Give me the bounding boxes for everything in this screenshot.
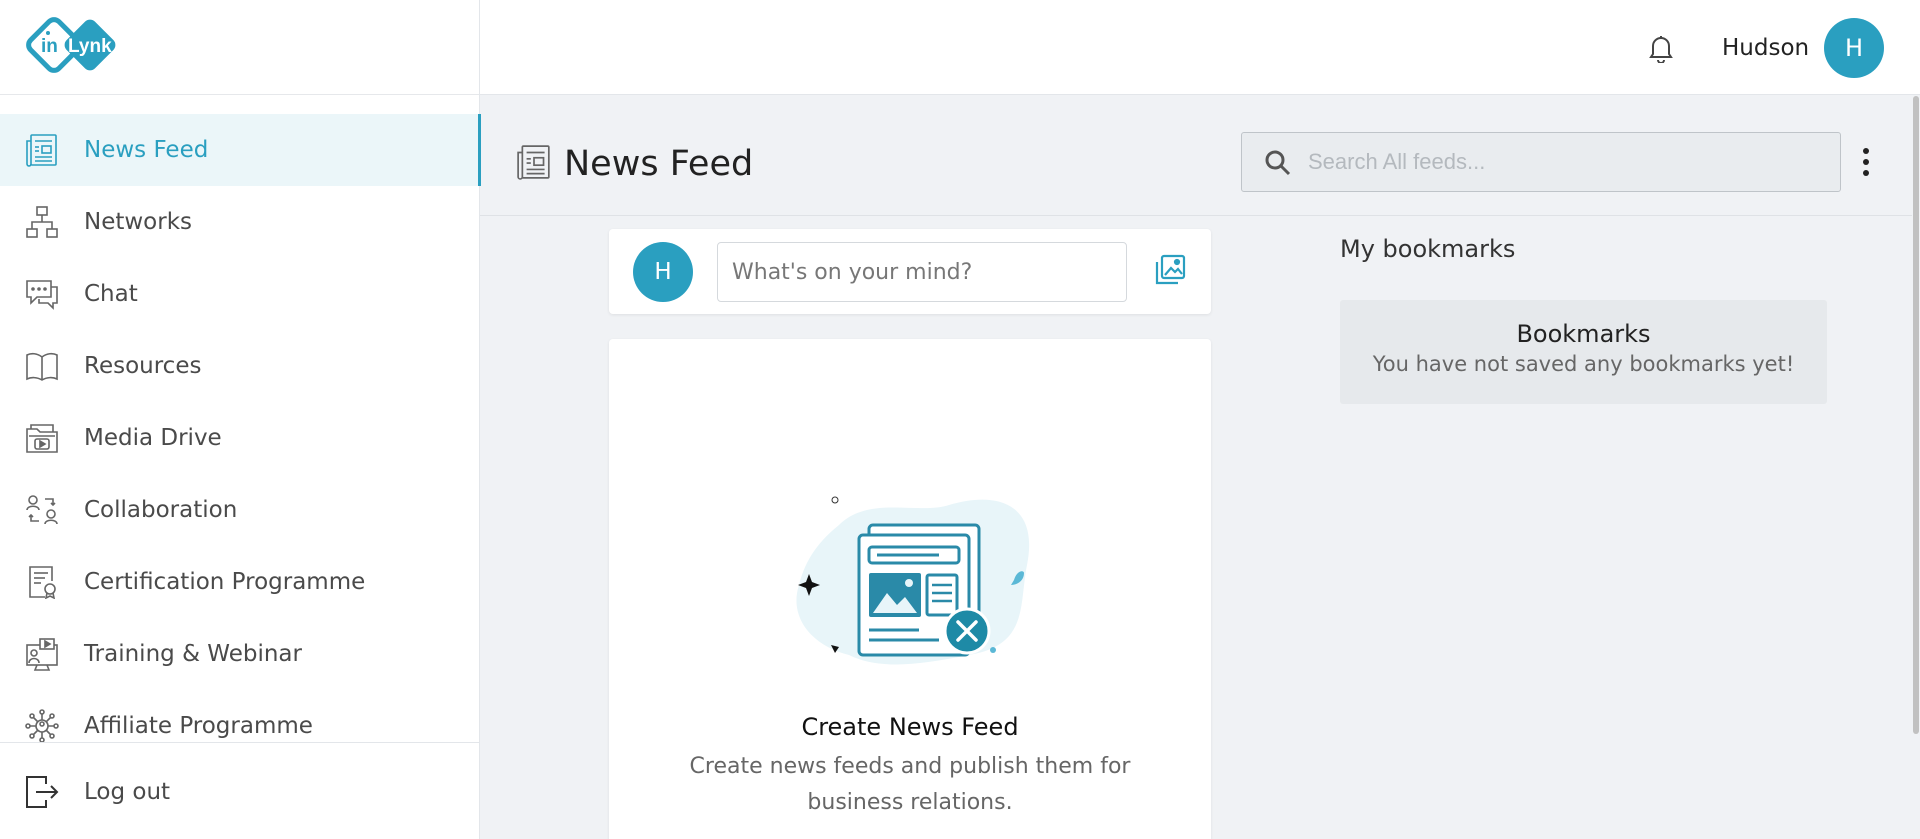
svg-text:in: in xyxy=(41,36,58,57)
bookmarks-box-title: Bookmarks xyxy=(1516,320,1651,348)
user-name[interactable]: Hudson xyxy=(1722,35,1809,61)
logout-icon xyxy=(24,774,60,810)
bookmarks-box: Bookmarks You have not saved any bookmar… xyxy=(1340,300,1827,404)
sidebar-item-label: Networks xyxy=(84,209,193,235)
more-options-icon[interactable] xyxy=(1862,148,1870,176)
logout-area: Log out xyxy=(0,742,479,839)
sidebar-item-chat[interactable]: Chat xyxy=(0,258,479,330)
bookmarks-heading: My bookmarks xyxy=(1340,235,1516,263)
scrollbar-thumb[interactable] xyxy=(1913,96,1919,734)
image-gallery-icon[interactable] xyxy=(1153,253,1189,289)
empty-state-title: Create News Feed xyxy=(801,713,1019,741)
logout-button[interactable]: Log out xyxy=(0,743,479,839)
sidebar-item-label: News Feed xyxy=(84,137,209,163)
sidebar-item-media-drive[interactable]: Media Drive xyxy=(0,402,479,474)
composer-avatar: H xyxy=(633,242,693,302)
affiliate-icon xyxy=(24,708,60,744)
network-icon xyxy=(24,204,60,240)
book-icon xyxy=(24,348,60,384)
sidebar-item-label: Affiliate Programme xyxy=(84,713,313,739)
logout-label: Log out xyxy=(84,778,171,805)
empty-state-card: Create News Feed Create news feeds and p… xyxy=(609,339,1211,839)
sidebar-item-label: Collaboration xyxy=(84,497,238,523)
sidebar-item-collaboration[interactable]: Collaboration xyxy=(0,474,479,546)
news-icon xyxy=(24,132,60,168)
page-header: News Feed xyxy=(480,96,1912,216)
bell-icon[interactable] xyxy=(1646,33,1676,64)
inlynk-logo[interactable]: in Lynk xyxy=(24,15,128,79)
sidebar-item-label: Chat xyxy=(84,281,138,307)
certificate-icon xyxy=(24,564,60,600)
top-bar: Hudson H xyxy=(480,0,1920,95)
search-box xyxy=(1241,132,1841,192)
bookmarks-empty-text: You have not saved any bookmarks yet! xyxy=(1372,352,1795,376)
news-feed-illustration xyxy=(796,496,1030,665)
user-avatar[interactable]: H xyxy=(1824,18,1884,78)
logo-area: in Lynk xyxy=(0,0,479,95)
post-input[interactable] xyxy=(717,242,1127,302)
search-icon xyxy=(1264,149,1292,177)
sidebar-item-label: Resources xyxy=(84,353,202,379)
webinar-icon xyxy=(24,636,60,672)
page-title: News Feed xyxy=(564,144,754,184)
sidebar-item-certification[interactable]: Certification Programme xyxy=(0,546,479,618)
post-composer: H xyxy=(609,229,1211,314)
svg-text:Lynk: Lynk xyxy=(68,36,112,57)
sidebar-item-training-webinar[interactable]: Training & Webinar xyxy=(0,618,479,690)
sidebar-item-label: Certification Programme xyxy=(84,569,366,595)
news-icon xyxy=(516,144,552,180)
media-drive-icon xyxy=(24,420,60,456)
search-input[interactable] xyxy=(1308,145,1808,179)
sidebar-item-networks[interactable]: Networks xyxy=(0,186,479,258)
sidebar-item-label: Media Drive xyxy=(84,425,222,451)
sidebar-item-label: Training & Webinar xyxy=(84,641,302,667)
collaboration-icon xyxy=(24,492,60,528)
sidebar: in Lynk News Feed Networks Chat Resource… xyxy=(0,0,481,839)
empty-state-description: Create news feeds and publish them for b… xyxy=(689,754,1131,815)
chat-icon xyxy=(24,276,60,312)
sidebar-item-resources[interactable]: Resources xyxy=(0,330,479,402)
sidebar-item-news-feed[interactable]: News Feed xyxy=(0,114,481,186)
sidebar-nav: News Feed Networks Chat Resources Media … xyxy=(0,114,481,762)
